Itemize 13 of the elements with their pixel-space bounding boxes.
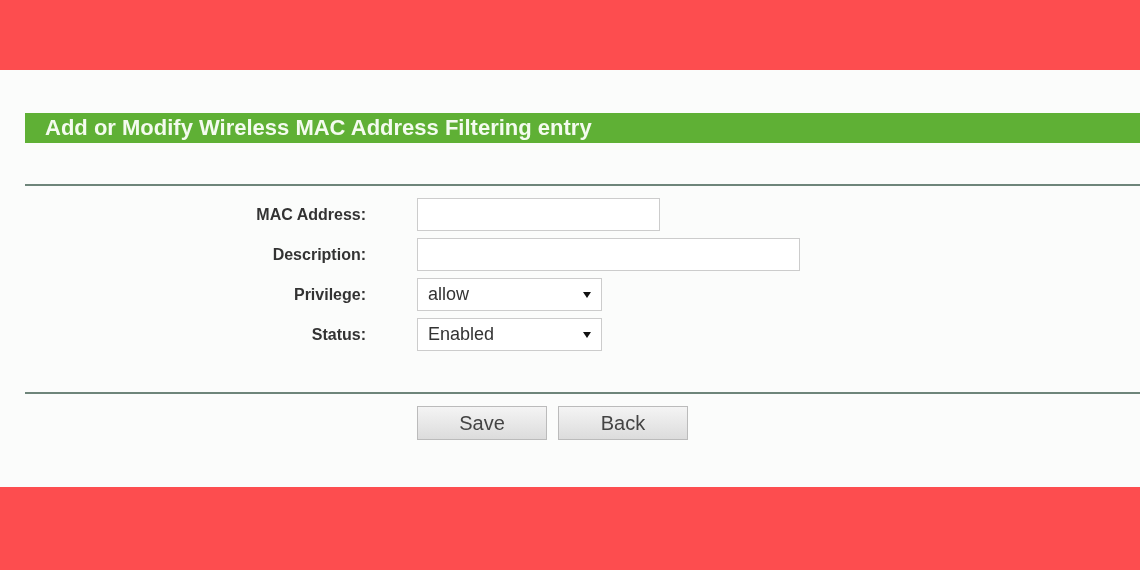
caret-icon: [583, 291, 591, 298]
dropdown[interactable]: Enabled: [417, 318, 602, 351]
section-title: Add or Modify Wireless MAC Address Filtering entry: [25, 113, 1140, 143]
form-button[interactable]: Save: [417, 406, 547, 440]
dropdown[interactable]: allow: [417, 278, 602, 311]
field-label: Description:: [271, 245, 366, 264]
field-label: Privilege:: [292, 285, 366, 304]
input-field[interactable]: [417, 238, 800, 271]
input-field[interactable]: [417, 198, 660, 231]
field-label: Status:: [310, 325, 366, 344]
field-label: MAC Address:: [255, 205, 366, 224]
caret-icon: [583, 331, 591, 338]
form-button[interactable]: Back: [558, 406, 688, 440]
